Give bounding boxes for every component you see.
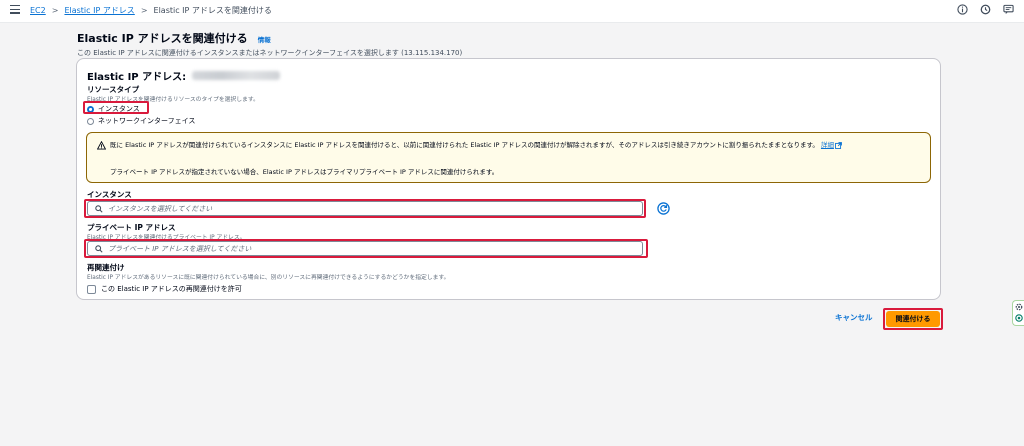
allow-reassociation-label: この Elastic IP アドレスの再関連付けを許可: [101, 285, 242, 293]
history-icon[interactable]: [980, 4, 991, 15]
blurred-ip-address: [192, 71, 281, 80]
warning-note: プライベート IP アドレスが指定されていない場合、Elastic IP アドレ…: [110, 168, 499, 176]
learn-more-link[interactable]: 詳細: [821, 141, 842, 149]
warning-text: 既に Elastic IP アドレスが関連付けられているインスタンスに Elas…: [110, 141, 819, 149]
checkbox-unchecked-icon[interactable]: [87, 284, 96, 294]
highlight-instance-field: [84, 199, 646, 218]
info-circle-icon[interactable]: [957, 4, 968, 15]
highlight-instance-radio: [83, 101, 149, 114]
cancel-button[interactable]: キャンセル: [835, 312, 873, 323]
menu-icon[interactable]: [10, 5, 20, 15]
gear-icon: [1015, 303, 1022, 311]
chevron-right-icon: >: [51, 6, 59, 15]
panel-heading: Elastic IP アドレス:: [87, 68, 281, 83]
breadcrumb-current: Elastic IP アドレスを関連付ける: [153, 6, 272, 15]
page-title: Elastic IP アドレスを関連付ける: [77, 32, 248, 45]
radio-network-interface[interactable]: ネットワークインターフェイス: [87, 116, 195, 126]
allow-reassociation-checkbox[interactable]: この Elastic IP アドレスの再関連付けを許可: [87, 284, 242, 294]
refresh-icon[interactable]: [657, 202, 670, 215]
highlight-private-ip-field: [84, 239, 648, 258]
radio-network-interface-label: ネットワークインターフェイス: [98, 117, 196, 125]
reassociation-description: Elastic IP アドレスがあるリソースに既に関連付けられている場合に、別の…: [87, 275, 450, 281]
radio-unchecked-icon[interactable]: [87, 117, 94, 125]
warning-alert: 既に Elastic IP アドレスが関連付けられているインスタンスに Elas…: [86, 132, 931, 183]
breadcrumb: EC2 > Elastic IP アドレス > Elastic IP アドレスを…: [30, 5, 272, 16]
external-link-icon: [835, 141, 842, 149]
panel-heading-label: Elastic IP アドレス:: [87, 72, 187, 83]
breadcrumb-elastic-ip[interactable]: Elastic IP アドレス: [64, 5, 134, 16]
page-header: Elastic IP アドレスを関連付ける 情報 この Elastic IP ア…: [77, 27, 462, 58]
highlight-associate-button: [883, 308, 943, 330]
feedback-icon[interactable]: [1003, 4, 1014, 15]
breadcrumb-ec2[interactable]: EC2: [30, 6, 46, 15]
associate-form-panel: Elastic IP アドレス: リソースタイプ Elastic IP アドレス…: [76, 58, 941, 300]
warning-text-block: 既に Elastic IP アドレスが関連付けられているインスタンスに Elas…: [110, 140, 920, 151]
top-navigation-bar: EC2 > Elastic IP アドレス > Elastic IP アドレスを…: [0, 0, 1024, 23]
chevron-right-icon: >: [140, 6, 148, 15]
side-helper-widget[interactable]: [1012, 300, 1024, 326]
warning-icon: [97, 141, 106, 150]
info-link[interactable]: 情報: [258, 36, 271, 44]
refresh-circle-icon: [1014, 314, 1023, 322]
page-subtitle: この Elastic IP アドレスに関連付けるインスタンスまたはネットワークイ…: [77, 49, 463, 57]
